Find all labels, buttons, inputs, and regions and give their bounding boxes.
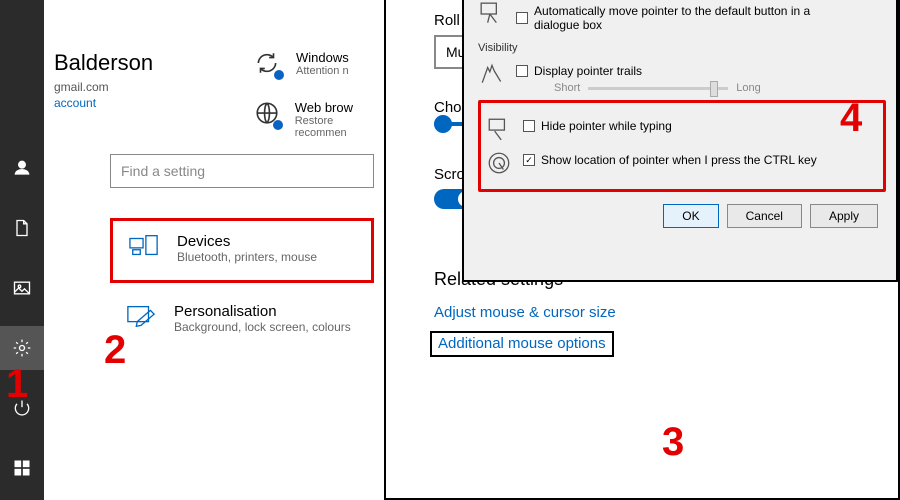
annotation-1: 1 [6,362,28,407]
hide-pointer-label: Hide pointer while typing [541,119,672,133]
link-adjust-cursor[interactable]: Adjust mouse & cursor size [434,304,616,321]
ctrl-locate-checkbox[interactable] [523,154,535,166]
trails-icon [478,60,506,88]
rec-sub: Restore recommen [295,115,384,139]
snapto-row: Automatically move pointer to the defaul… [478,0,886,36]
settings-home-panel: Balderson gmail.com account Windows Atte… [44,0,384,500]
taskbar [0,0,44,500]
tile-sub: Background, lock screen, colours [174,320,351,334]
user-icon[interactable] [0,146,44,190]
trails-slider-row: Short Long [554,82,886,94]
personalisation-icon [126,303,156,334]
link-additional-mouse-options[interactable]: Additional mouse options [430,331,614,357]
annotation-3: 3 [662,420,684,465]
ctrl-locate-icon [485,149,513,177]
trails-slider[interactable] [588,87,728,90]
tile-devices[interactable]: Devices Bluetooth, printers, mouse [110,218,374,283]
recommendation-windows[interactable]: Windows Attention n [254,50,384,78]
tile-sub: Bluetooth, printers, mouse [177,250,317,264]
search-placeholder: Find a setting [121,163,205,179]
snapto-label: Automatically move pointer to the defaul… [534,4,854,32]
annotation-2: 2 [104,328,126,373]
picture-icon[interactable] [0,266,44,310]
dialog-button-row: OK Cancel Apply [478,204,878,228]
recommendation-browser[interactable]: Web brow Restore recommen [254,100,384,139]
sync-icon [254,50,282,78]
tile-title: Devices [177,233,317,250]
mouse-properties-dialog: Automatically move pointer to the defaul… [462,0,898,282]
hide-pointer-icon [485,115,513,143]
tile-personalisation[interactable]: Personalisation Background, lock screen,… [110,303,374,334]
rec-title: Windows [296,50,349,65]
rec-title: Web brow [295,100,384,115]
globe-icon [254,100,281,128]
ctrl-locate-label: Show location of pointer when I press th… [541,153,817,167]
trails-checkbox[interactable] [516,65,528,77]
trails-label: Display pointer trails [534,64,642,78]
tile-title: Personalisation [174,303,351,320]
document-icon[interactable] [0,206,44,250]
snapto-icon [478,0,506,28]
rec-sub: Attention n [296,65,349,77]
search-input[interactable]: Find a setting [110,154,374,188]
hide-pointer-checkbox[interactable] [523,120,535,132]
start-icon[interactable] [0,446,44,490]
snapto-checkbox[interactable] [516,12,528,24]
ok-button[interactable]: OK [663,204,718,228]
cancel-button[interactable]: Cancel [727,204,802,228]
devices-icon [129,233,159,264]
visibility-label: Visibility [478,42,886,54]
annotation-4: 4 [840,96,862,141]
highlighted-visibility-options: Hide pointer while typing Show location … [478,100,886,192]
apply-button[interactable]: Apply [810,204,878,228]
trails-row: Display pointer trails Short Long [478,60,886,94]
